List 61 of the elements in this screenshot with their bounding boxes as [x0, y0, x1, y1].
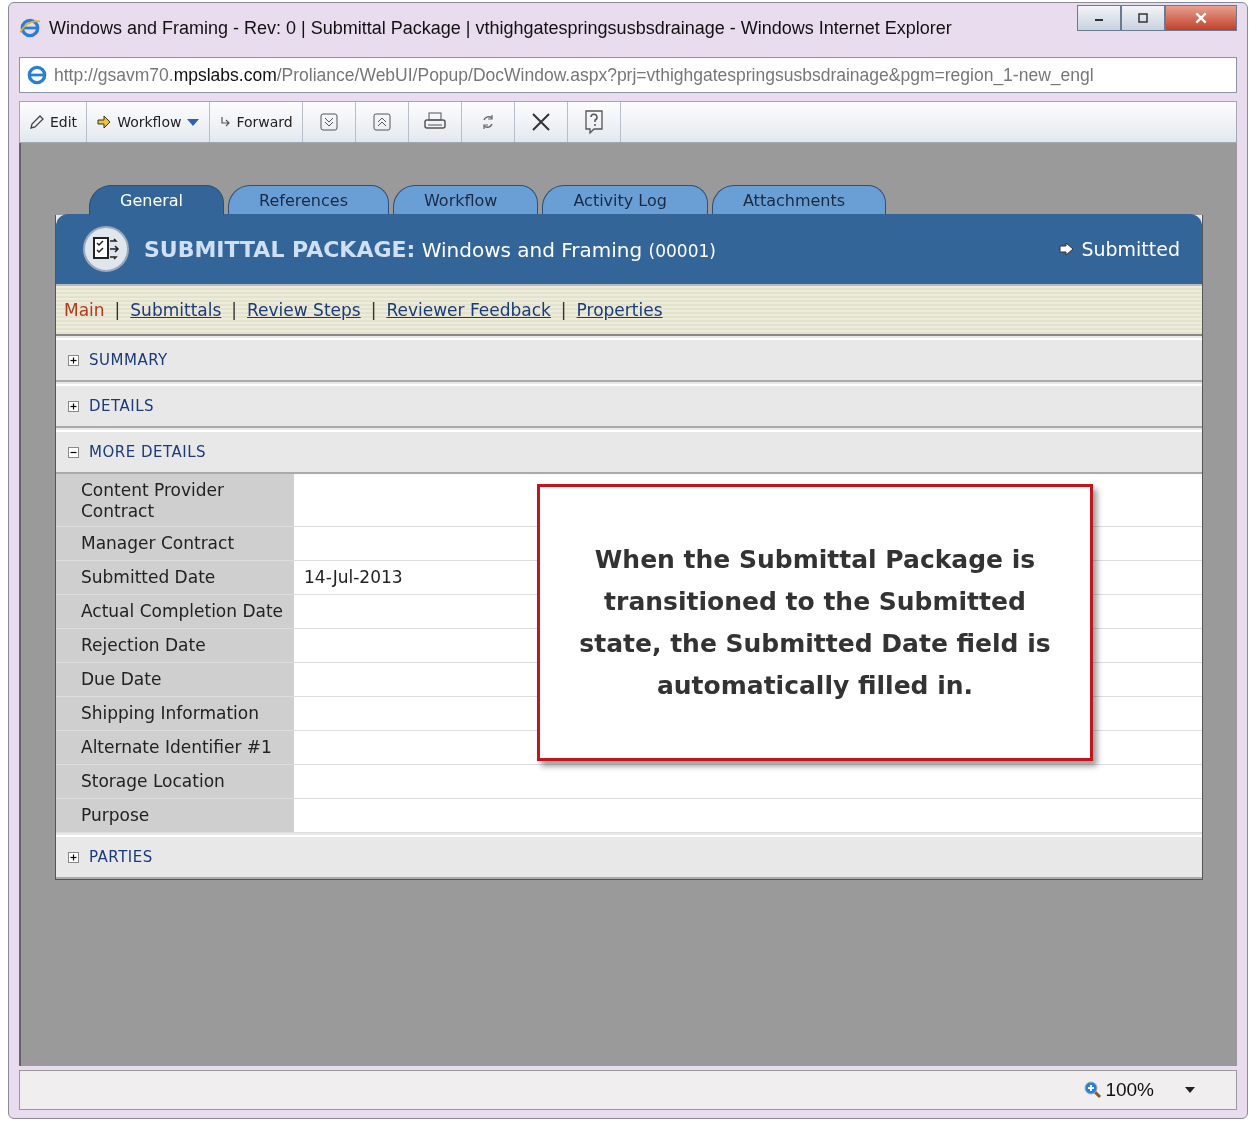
section-header[interactable]: SUMMARY: [56, 338, 1202, 382]
window-title: Windows and Framing - Rev: 0 | Submittal Package | vthighgatespringsusbsdrainage - Windows Internet Explorer: [49, 17, 953, 39]
dropdown-icon[interactable]: [1184, 1086, 1196, 1094]
field-label: Due Date: [56, 663, 294, 696]
chevrons-up-icon: [371, 112, 392, 132]
cross-icon: [529, 111, 552, 133]
forward-icon: [219, 116, 232, 128]
maximize-button[interactable]: [1121, 5, 1165, 31]
status-label: Submitted: [1081, 238, 1180, 260]
record-title: SUBMITTAL PACKAGE: Windows and Framing (00001): [144, 236, 717, 262]
chevrons-down-icon: [318, 112, 339, 132]
collapse-icon[interactable]: [68, 446, 79, 458]
checklist-icon: [82, 225, 130, 273]
help-icon: [582, 109, 605, 135]
pencil-icon: [29, 114, 45, 130]
section-header[interactable]: DETAILS: [56, 384, 1202, 428]
section-header[interactable]: MORE DETAILS: [56, 430, 1202, 474]
field-label: Actual Completion Date: [56, 595, 294, 628]
callout-note: When the Submittal Package is transitioned to the Submitted state, the Submitted Date field is automatically filled in.: [537, 484, 1093, 761]
zoom-level[interactable]: 100%: [1084, 1079, 1154, 1101]
arrow-icon: [96, 114, 113, 130]
address-field[interactable]: http://gsavm70.mpslabs.com/Proliance/WebUI/Popup/DocWindow.aspx?prj=vthighgatespringsusbsdrainage&pgm=region_1-new_engl: [19, 57, 1237, 93]
field-label: Purpose: [56, 799, 294, 832]
nav-link[interactable]: Main: [64, 300, 105, 320]
separator: |: [370, 300, 377, 320]
close-icon: [1194, 12, 1208, 24]
field-label: Content Provider Contract: [56, 474, 294, 526]
separator: |: [114, 300, 121, 320]
toolbar-button[interactable]: Workflow: [87, 102, 211, 142]
nav-link[interactable]: Review Steps: [247, 300, 361, 320]
nav-link[interactable]: Reviewer Feedback: [386, 300, 551, 320]
field-label: Manager Contract: [56, 527, 294, 560]
separator: |: [560, 300, 567, 320]
close-button[interactable]: [1165, 5, 1237, 31]
minimize-button[interactable]: [1077, 5, 1121, 31]
toolbar-button[interactable]: Forward: [210, 102, 303, 142]
field-label: Shipping Information: [56, 697, 294, 730]
tab[interactable]: Attachments: [711, 185, 887, 215]
toolbar-button[interactable]: Edit: [20, 102, 88, 142]
field-value: 14-Jul-2013: [304, 567, 403, 587]
nav-link[interactable]: Submittals: [130, 300, 222, 320]
magnifier-icon: [1084, 1081, 1103, 1099]
url-text: http://gsavm70.mpslabs.com/Proliance/WebUI/Popup/DocWindow.aspx?prj=vthighgatespringsusbsdrainage&pgm=region_1-new_engl: [54, 64, 1094, 86]
section-header[interactable]: PARTIES: [56, 835, 1202, 879]
tab[interactable]: General: [89, 185, 225, 215]
expand-icon[interactable]: [68, 400, 79, 412]
arrow-icon: [1059, 242, 1076, 256]
field-label: Rejection Date: [56, 629, 294, 662]
field-label: Storage Location: [56, 765, 294, 798]
nav-link[interactable]: Properties: [576, 300, 663, 320]
expand-icon[interactable]: [68, 354, 79, 366]
tab[interactable]: Activity Log: [542, 185, 708, 215]
browser-logo-icon: [19, 17, 41, 39]
expand-icon[interactable]: [68, 851, 79, 863]
tab[interactable]: References: [228, 185, 389, 215]
field-label: Alternate Identifier #1: [56, 731, 294, 764]
field-label: Submitted Date: [56, 561, 294, 594]
maximize-icon: [1137, 13, 1149, 23]
tab[interactable]: Workflow: [392, 185, 539, 215]
separator: |: [231, 300, 238, 320]
page-icon: [26, 64, 48, 86]
